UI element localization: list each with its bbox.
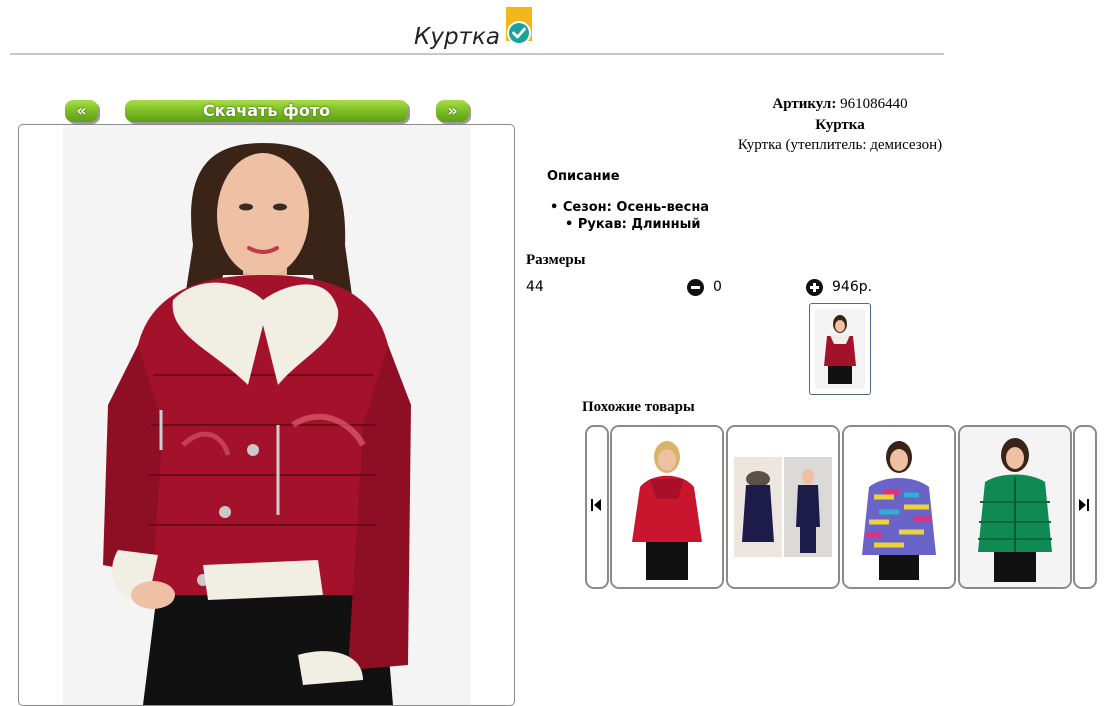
carousel-next-button[interactable] — [1073, 425, 1097, 589]
main-photo-frame — [18, 124, 515, 706]
bullet-icon: • — [550, 200, 563, 215]
product-thumbnail — [844, 427, 954, 587]
skip-forward-icon — [1079, 499, 1089, 511]
price-value: 946р. — [832, 279, 873, 295]
size-color-thumbnail[interactable] — [809, 303, 871, 395]
minus-circle-icon[interactable] — [687, 279, 704, 296]
article-value: 961086440 — [840, 96, 908, 112]
spec-sleeve-label: Рукав: — [577, 217, 627, 232]
main-product-photo[interactable] — [63, 125, 471, 705]
similar-product-card[interactable] — [610, 425, 724, 589]
spec-sleeve: • Рукав: Длинный — [565, 217, 700, 232]
spec-season: • Сезон: Осень-весна — [550, 200, 709, 215]
download-photo-button[interactable]: Скачать фото — [125, 100, 408, 122]
quantity-value[interactable]: 0 — [713, 279, 722, 295]
article-line: Артикул: 961086440 — [700, 96, 980, 113]
similar-product-card[interactable] — [726, 425, 840, 589]
title-divider — [10, 53, 944, 55]
skip-back-icon — [591, 499, 601, 511]
prev-photo-button[interactable]: « — [65, 100, 98, 122]
description-heading: Описание — [547, 169, 620, 184]
similar-products-heading: Похожие товары — [582, 399, 695, 415]
check-badge-icon — [506, 7, 532, 45]
page-title: Куртка — [414, 24, 500, 50]
similar-product-card[interactable] — [842, 425, 956, 589]
size-value: 44 — [526, 279, 544, 295]
similar-product-card[interactable] — [958, 425, 1072, 589]
bullet-icon: • — [565, 217, 578, 232]
product-name: Куртка — [815, 117, 865, 133]
article-label: Артикул: — [772, 96, 837, 112]
spec-season-label: Сезон: — [562, 200, 612, 215]
product-thumbnail — [612, 427, 722, 587]
plus-circle-icon[interactable] — [806, 279, 823, 296]
product-subtitle: Куртка (утеплитель: демисезон) — [737, 137, 943, 153]
spec-sleeve-value: Длинный — [631, 217, 701, 232]
sizes-heading: Размеры — [526, 252, 586, 268]
spec-season-value: Осень-весна — [616, 200, 710, 215]
next-photo-button[interactable]: » — [436, 100, 469, 122]
thumbnail-image — [815, 309, 865, 389]
product-thumbnail — [728, 427, 838, 587]
product-thumbnail — [960, 427, 1070, 587]
carousel-prev-button[interactable] — [585, 425, 609, 589]
